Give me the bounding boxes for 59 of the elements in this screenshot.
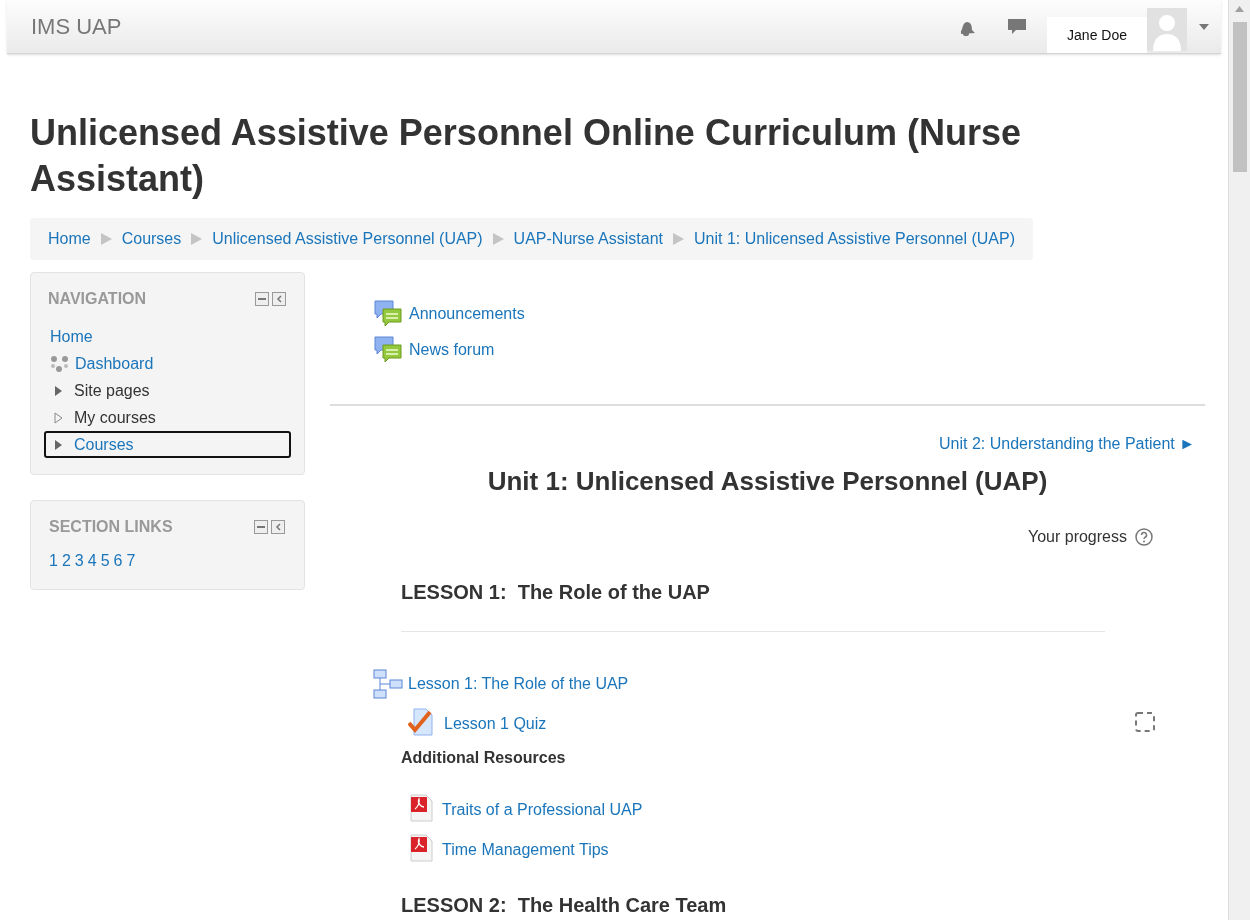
- pdf-icon: [408, 794, 434, 822]
- scrollbar-thumb[interactable]: [1232, 22, 1247, 172]
- forum-icon: [373, 336, 403, 364]
- section-title: Unit 1: Unlicensed Assistive Personnel (UAP): [486, 465, 1049, 498]
- nav-item[interactable]: My courses: [44, 404, 291, 431]
- hierarchy-icon: [373, 669, 403, 699]
- lesson-heading: LESSON 2: The Health Care Team: [401, 893, 728, 918]
- nav-item-label: Site pages: [74, 380, 150, 401]
- block-controls-icon[interactable]: [254, 520, 286, 534]
- caret-icon[interactable]: [1199, 24, 1209, 30]
- nav-item[interactable]: Courses: [44, 431, 291, 458]
- activity-link[interactable]: Lesson 1: The Role of the UAP: [408, 672, 629, 696]
- section-link[interactable]: 1: [49, 549, 58, 573]
- forum-icon: [373, 300, 403, 328]
- resource-link[interactable]: Traits of a Professional UAP: [442, 798, 643, 822]
- nav-item-label: Courses: [74, 434, 134, 455]
- activity-link[interactable]: Lesson 1 Quiz: [444, 712, 547, 736]
- nav-item-label: My courses: [74, 407, 156, 428]
- section-link[interactable]: 5: [100, 549, 110, 573]
- section-link[interactable]: 6: [113, 549, 123, 573]
- quiz-check-icon: [408, 708, 436, 736]
- breadcrumb-link[interactable]: Courses: [121, 227, 182, 251]
- nav-item[interactable]: Home: [44, 323, 291, 350]
- next-section-link[interactable]: Unit 2: Understanding the Patient ►: [939, 432, 1195, 456]
- forum-link[interactable]: News forum: [409, 338, 495, 362]
- nav-item-label: Dashboard: [75, 353, 154, 374]
- breadcrumb-link[interactable]: Home: [48, 227, 91, 251]
- dashboard-icon: [50, 355, 69, 372]
- page-title: Unlicensed Assistive Personnel Online Curriculum (Nurse Assistant): [30, 111, 1022, 201]
- completion-checkbox-icon[interactable]: [1135, 712, 1155, 732]
- progress-label: Your progress: [1027, 527, 1127, 547]
- site-brand[interactable]: IMS UAP: [31, 10, 122, 43]
- section-link[interactable]: 4: [87, 549, 97, 573]
- block-controls-icon[interactable]: [255, 292, 287, 306]
- breadcrumb-separator-icon: [492, 233, 504, 245]
- block-title: NAVIGATION: [48, 289, 147, 309]
- nav-item[interactable]: Dashboard: [44, 350, 291, 377]
- breadcrumb-link[interactable]: Unit 1: Unlicensed Assistive Personnel (UAP): [694, 227, 1016, 251]
- block-title: SECTION LINKS: [49, 517, 173, 537]
- breadcrumb-link[interactable]: UAP-Nurse Assistant: [513, 227, 663, 251]
- nav-item-label: Home: [50, 326, 93, 347]
- breadcrumb-link[interactable]: Unlicensed Assistive Personnel (UAP): [212, 227, 483, 251]
- resources-label: Additional Resources: [401, 749, 566, 766]
- user-name[interactable]: Jane Doe: [1047, 17, 1147, 53]
- breadcrumb-separator-icon: [100, 233, 112, 245]
- help-icon[interactable]: [1135, 528, 1153, 546]
- scroll-up-arrow-icon[interactable]: [1235, 6, 1244, 12]
- scrollbar[interactable]: [1228, 0, 1250, 920]
- lesson-heading: LESSON 1: The Role of the UAP: [401, 580, 711, 605]
- forum-link[interactable]: Announcements: [409, 302, 525, 326]
- section-link[interactable]: 7: [126, 549, 136, 573]
- section-link[interactable]: 2: [61, 549, 71, 573]
- section-link[interactable]: 3: [74, 549, 84, 573]
- resource-link[interactable]: Time Management Tips: [442, 838, 609, 862]
- breadcrumb-separator-icon: [191, 233, 203, 245]
- nav-item[interactable]: Site pages: [44, 377, 291, 404]
- pdf-icon: [408, 834, 434, 862]
- breadcrumb-separator-icon: [673, 233, 684, 245]
- chat-icon[interactable]: [1007, 17, 1028, 36]
